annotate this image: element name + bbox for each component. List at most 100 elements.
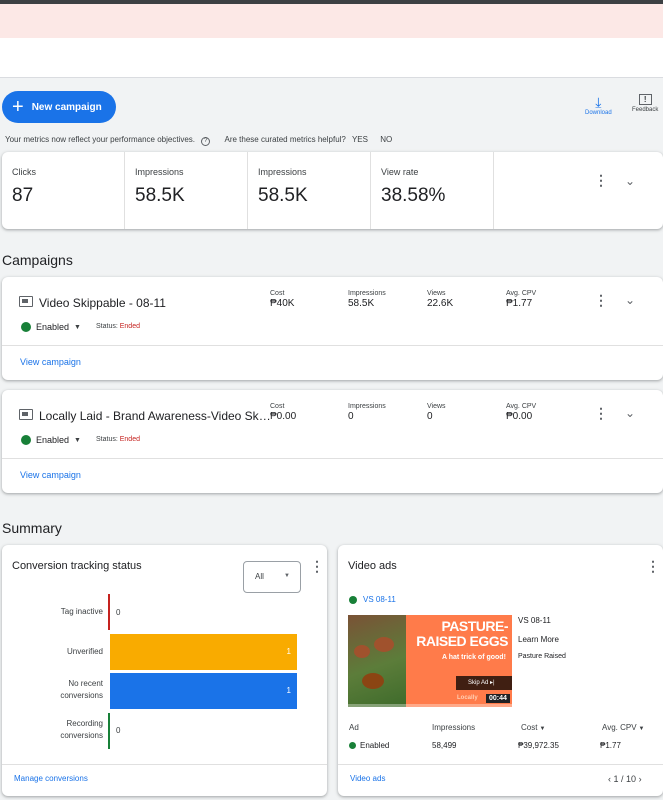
cell-status: Enabled <box>349 741 389 750</box>
metric-impressions[interactable]: Impressions 58.5K <box>125 152 248 229</box>
view-campaign-link[interactable]: View campaign <box>20 357 81 367</box>
caret-down-icon: ▼ <box>74 323 81 331</box>
caret-down-icon: ▼ <box>74 436 81 444</box>
campaign-state-dropdown[interactable]: Enabled ▼ <box>21 435 81 445</box>
divider <box>338 764 663 765</box>
column-header-impressions[interactable]: Impressions <box>432 723 475 732</box>
chevron-right-icon[interactable]: › <box>639 774 642 784</box>
brand-logo: Locally <box>457 695 478 701</box>
metrics-no-button[interactable]: NO <box>380 135 392 144</box>
feedback-icon: ! <box>638 94 652 105</box>
status-value: Ended <box>119 436 140 443</box>
sort-caret-icon: ▼ <box>539 726 546 732</box>
metric-label: Clicks <box>12 167 36 177</box>
bar-value: 1 <box>286 686 291 695</box>
conversion-filter-select[interactable]: All ▼ <box>243 561 301 593</box>
new-campaign-label: New campaign <box>31 101 102 113</box>
feedback-button[interactable]: ! Feedback <box>632 94 658 113</box>
chevron-down-icon[interactable]: ⌄ <box>625 174 635 188</box>
metrics-card: Clicks 87 Impressions 58.5K Impressions … <box>2 152 663 229</box>
thumbnail-photo <box>348 615 406 707</box>
video-campaign-icon <box>19 409 33 420</box>
campaign-state-dropdown[interactable]: Enabled ▼ <box>21 322 81 332</box>
metric-value: 58.5K <box>258 185 308 206</box>
metric-label: Impressions <box>258 167 307 177</box>
campaign-card: Locally Laid - Brand Awareness-Video Ski… <box>2 390 663 493</box>
manage-conversions-link[interactable]: Manage conversions <box>14 774 88 783</box>
stat-value: ₱0.00 <box>506 411 533 422</box>
stat-value: 0 <box>427 411 433 422</box>
video-campaign-icon <box>19 296 33 307</box>
stat-label: Views <box>427 403 446 410</box>
more-vert-icon[interactable]: ⋮ <box>594 292 608 309</box>
more-vert-icon[interactable]: ⋮ <box>594 172 608 189</box>
divider <box>2 345 663 346</box>
column-label: Avg. CPV <box>602 723 637 732</box>
stat-label: Avg. CPV <box>506 403 537 410</box>
stat-impressions: Impressions 58.5K <box>348 290 386 309</box>
enabled-status-icon <box>349 742 356 749</box>
campaign-card: Video Skippable - 08-11 Enabled ▼ Status… <box>2 277 663 380</box>
metrics-yes-button[interactable]: YES <box>352 135 368 144</box>
bar-label-unverified: Unverified <box>67 646 103 658</box>
bar-no-recent[interactable]: 1 <box>110 673 297 709</box>
enabled-status-icon <box>349 595 357 604</box>
help-icon[interactable]: ? <box>201 137 211 146</box>
column-label: Cost <box>521 723 538 732</box>
ad-info-brand: Pasture Raised <box>518 653 566 660</box>
stat-cost: Cost ₱40K <box>270 290 294 309</box>
video-ads-link[interactable]: Video ads <box>350 774 385 783</box>
video-ads-card: Video ads ⋮ VS 08-11 PASTURE-RAISED EGGS… <box>338 545 663 796</box>
ad-name: VS 08-11 <box>363 595 396 604</box>
bar-value: 0 <box>116 726 121 735</box>
skip-ad-button[interactable]: Skip Ad ▸| <box>456 676 512 690</box>
column-header-avg-cpv[interactable]: Avg. CPV ▼ <box>602 723 645 732</box>
more-vert-icon[interactable]: ⋮ <box>310 558 324 575</box>
divider <box>2 458 663 459</box>
video-duration: 00:44 <box>486 694 510 703</box>
cell-impressions: 58,499 <box>432 741 457 750</box>
download-button[interactable]: ⤓ Download <box>585 94 612 116</box>
ad-name-link[interactable]: VS 08-11 <box>349 595 396 604</box>
metric-clicks[interactable]: Clicks 87 <box>2 152 125 229</box>
divider <box>2 764 327 765</box>
column-header-cost[interactable]: Cost ▼ <box>521 723 545 732</box>
stat-value: ₱1.77 <box>506 298 533 309</box>
stat-label: Impressions <box>348 403 386 410</box>
chevron-down-icon[interactable]: ⌄ <box>625 406 635 420</box>
metrics-question: Are these curated metrics helpful? <box>224 135 346 144</box>
chevron-down-icon[interactable]: ⌄ <box>625 293 635 307</box>
ad-info-cta: Learn More <box>518 635 559 644</box>
stat-cost: Cost ₱0.00 <box>270 403 296 422</box>
hen-shape <box>374 637 394 652</box>
label-line: No recent <box>68 679 103 688</box>
metric-empty-slot[interactable] <box>494 152 617 229</box>
metric-impressions-2[interactable]: Impressions 58.5K <box>248 152 371 229</box>
sort-caret-icon: ▼ <box>638 726 645 732</box>
pagination: ‹ 1 / 10 › <box>608 774 642 784</box>
bar-value: 1 <box>286 647 291 656</box>
more-vert-icon[interactable]: ⋮ <box>594 405 608 422</box>
stat-impressions: Impressions 0 <box>348 403 386 422</box>
summary-heading: Summary <box>2 520 62 536</box>
notification-banner <box>0 4 663 38</box>
ad-info-title: VS 08-11 <box>518 616 551 625</box>
campaign-name[interactable]: Video Skippable - 08-11 <box>39 296 271 310</box>
bar-label-tag-inactive: Tag inactive <box>61 606 103 618</box>
bar-unverified[interactable]: 1 <box>110 634 297 670</box>
feedback-label: Feedback <box>632 107 659 113</box>
metric-value: 38.58% <box>381 185 446 206</box>
stat-label: Cost <box>270 403 285 410</box>
status-label: Status: <box>96 436 118 443</box>
metric-view-rate[interactable]: View rate 38.58% <box>371 152 494 229</box>
chevron-left-icon[interactable]: ‹ <box>608 774 611 784</box>
video-thumbnail[interactable]: PASTURE-RAISED EGGS A hat trick of good!… <box>348 615 512 707</box>
campaign-name[interactable]: Locally Laid - Brand Awareness-Video Ski… <box>39 409 271 423</box>
label-line: Tag inactive <box>60 607 103 616</box>
view-campaign-link[interactable]: View campaign <box>20 470 81 480</box>
more-vert-icon[interactable]: ⋮ <box>646 558 660 575</box>
campaign-status: Status: Ended <box>96 323 140 330</box>
status-value: Ended <box>119 323 140 330</box>
stat-value: ₱0.00 <box>270 411 297 422</box>
new-campaign-button[interactable]: + New campaign <box>2 91 116 123</box>
